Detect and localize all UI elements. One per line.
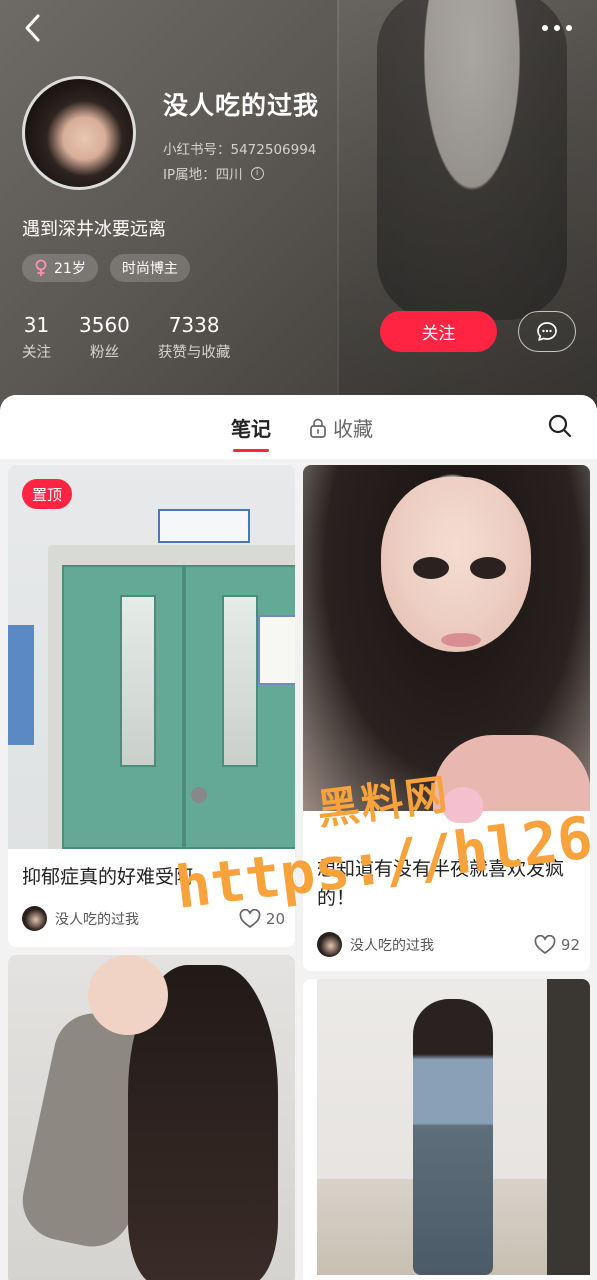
- lock-icon: [310, 418, 326, 438]
- note-title: 想知道有没有半夜就喜欢发疯的！: [317, 858, 565, 909]
- age-tag-label: 21岁: [54, 261, 86, 277]
- stat-following[interactable]: 31 关注: [22, 313, 51, 362]
- profile-header: 没人吃的过我 小红书号：5472506994 IP属地：四川 i 遇到深井冰要远…: [0, 0, 597, 420]
- follow-button[interactable]: 关注: [380, 311, 497, 352]
- cover-door-notice: [258, 615, 295, 685]
- note-card[interactable]: 想知道有没有半夜就喜欢发疯的！ 没人吃的过我 92: [303, 465, 590, 971]
- cover-door-window-right: [222, 595, 258, 767]
- cover-eye-left: [413, 557, 449, 579]
- note-cover-image: [8, 955, 295, 1280]
- cover-eye-right: [470, 557, 506, 579]
- cover-lips: [441, 633, 481, 647]
- cover-door-sign: [158, 509, 250, 543]
- note-title: 抑郁症真的好难受阿: [22, 866, 194, 888]
- stat-likes-collects[interactable]: 7338 获赞与收藏: [158, 313, 231, 362]
- message-icon: [537, 321, 557, 341]
- cover-figure: [413, 999, 493, 1275]
- note-cover-image: [8, 465, 295, 849]
- note-card[interactable]: [8, 955, 295, 1280]
- bio: 遇到深井冰要远离: [22, 219, 166, 240]
- nickname: 没人吃的过我: [163, 91, 320, 120]
- occupation-tag-label: 时尚博主: [121, 261, 178, 277]
- user-id: 小红书号：5472506994: [163, 138, 316, 158]
- author-avatar[interactable]: [317, 932, 342, 957]
- info-icon[interactable]: i: [250, 166, 264, 180]
- like-button[interactable]: 20: [239, 908, 285, 929]
- note-cover-image: [303, 465, 590, 823]
- ip-location-text: IP属地：四川: [163, 167, 243, 183]
- cover-heart-sticker: [443, 787, 483, 823]
- stat-likes-collects-label: 获赞与收藏: [157, 345, 231, 361]
- cover-door: [547, 979, 590, 1275]
- heart-icon: [534, 934, 556, 954]
- more-button[interactable]: [539, 14, 575, 42]
- background-panda: [377, 0, 567, 320]
- tab-collect[interactable]: 收藏: [309, 413, 373, 442]
- like-count: 20: [265, 909, 285, 928]
- like-button[interactable]: 92: [534, 934, 580, 955]
- cover-door-window-left: [120, 595, 156, 767]
- content-sheet: 笔记 收藏 置顶 抑郁症真的好难受阿 没人吃的过我 20 想知道有没有半夜就喜欢…: [0, 395, 597, 1280]
- author-avatar[interactable]: [22, 906, 47, 931]
- search-icon: [548, 414, 572, 438]
- heart-icon: [239, 908, 261, 928]
- note-footer: 没人吃的过我 20: [22, 906, 285, 931]
- cover-face: [381, 477, 531, 652]
- author-name[interactable]: 没人吃的过我: [55, 909, 231, 929]
- occupation-tag: 时尚博主: [109, 254, 190, 282]
- cover-door-knob: [191, 787, 207, 803]
- note-footer: 没人吃的过我 92: [317, 932, 580, 957]
- stat-followers-count: 3560: [79, 313, 130, 337]
- pinned-badge: 置顶: [22, 479, 73, 509]
- message-button[interactable]: [518, 311, 576, 352]
- more-dots-icon: [542, 25, 572, 31]
- author-name[interactable]: 没人吃的过我: [350, 935, 526, 955]
- stat-followers[interactable]: 3560 粉丝: [79, 313, 130, 362]
- female-icon: [35, 259, 47, 276]
- stat-followers-label: 粉丝: [89, 345, 119, 361]
- ip-location[interactable]: IP属地：四川 i: [163, 163, 264, 183]
- tab-collect-label: 收藏: [333, 417, 373, 441]
- cover-hand: [88, 955, 168, 1035]
- user-id-text: 小红书号：5472506994: [163, 142, 317, 158]
- cover-wall-panel: [8, 625, 34, 745]
- note-cover-image: [317, 979, 590, 1275]
- stat-following-label: 关注: [22, 345, 51, 361]
- like-count: 92: [560, 935, 580, 954]
- tab-notes[interactable]: 笔记: [231, 413, 271, 452]
- stat-following-count: 31: [23, 313, 50, 337]
- profile-tags: 21岁 时尚博主: [22, 254, 190, 282]
- search-button[interactable]: [547, 413, 573, 439]
- back-button[interactable]: [20, 12, 50, 44]
- avatar[interactable]: [22, 76, 136, 190]
- note-card[interactable]: [303, 979, 590, 1280]
- back-arrow-icon: [25, 14, 40, 42]
- note-card[interactable]: 置顶 抑郁症真的好难受阿 没人吃的过我 20: [8, 465, 295, 947]
- age-tag: 21岁: [22, 254, 98, 282]
- tab-bar: 笔记 收藏: [0, 395, 597, 459]
- stat-likes-collects-count: 7338: [168, 313, 220, 337]
- profile-stats: 31 关注 3560 粉丝 7338 获赞与收藏: [22, 313, 230, 362]
- tab-notes-label: 笔记: [231, 417, 271, 441]
